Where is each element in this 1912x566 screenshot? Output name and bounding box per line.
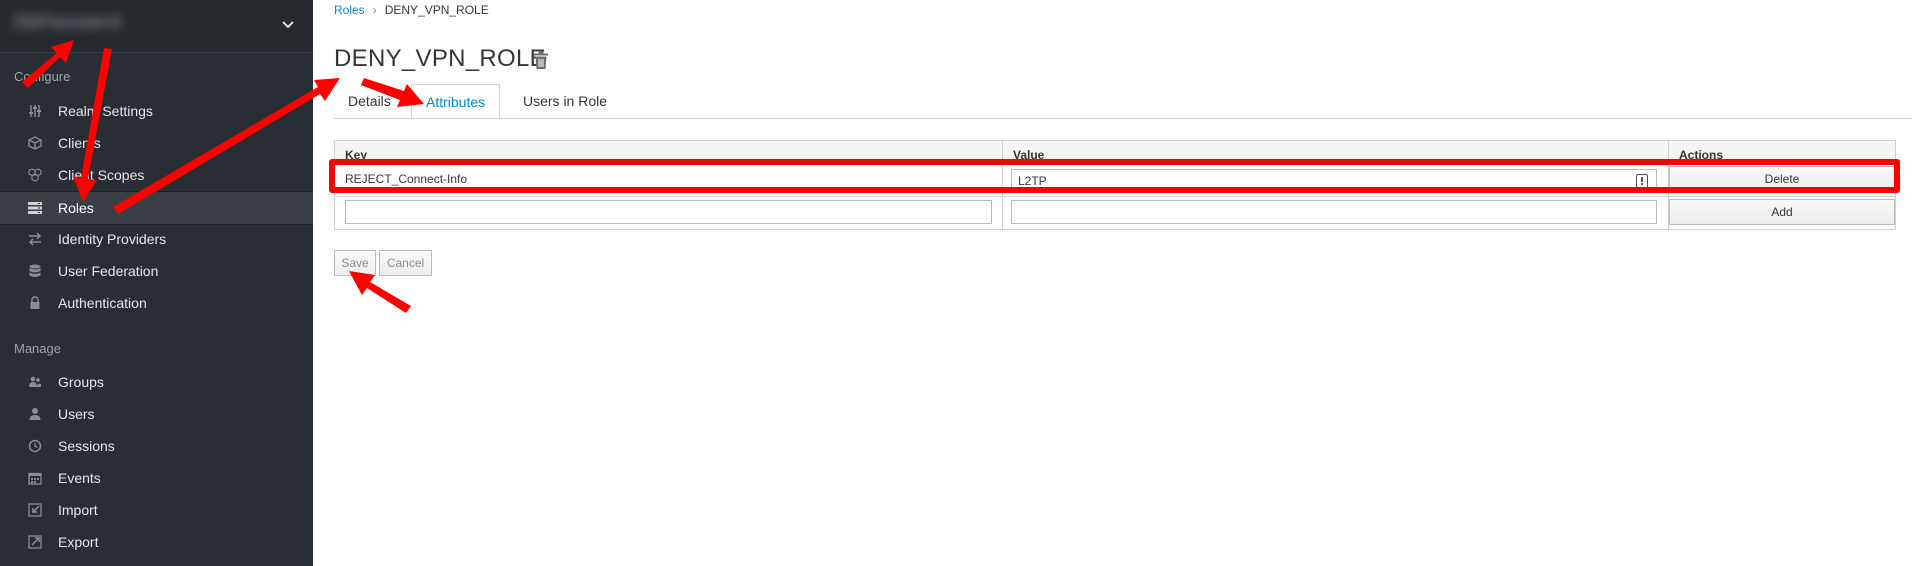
export-icon <box>28 535 42 549</box>
configure-section-label: Configure <box>14 69 71 84</box>
column-header-actions: Actions <box>1669 141 1895 163</box>
breadcrumb-separator: › <box>372 3 377 17</box>
sidebar-item-groups[interactable]: Groups <box>0 366 313 398</box>
calendar-icon <box>28 472 42 485</box>
sidebar-item-label: Clients <box>58 135 101 151</box>
sidebar-item-label: Sessions <box>58 438 115 454</box>
sidebar-item-import[interactable]: Import <box>0 494 313 526</box>
sidebar-item-export[interactable]: Export <box>0 526 313 558</box>
new-value-input[interactable] <box>1011 200 1657 224</box>
sidebar-item-label: Client Scopes <box>58 167 145 183</box>
sidebar-item-sessions[interactable]: Sessions <box>0 430 313 462</box>
cubes-icon <box>28 168 42 182</box>
exchange-icon <box>28 232 42 246</box>
sidebar-item-events[interactable]: Events <box>0 462 313 494</box>
sidebar-item-label: Realm Settings <box>58 103 153 119</box>
delete-attribute-button[interactable]: Delete <box>1669 166 1895 192</box>
realm-selector[interactable]: DbPasswerd <box>0 0 313 53</box>
cancel-button[interactable]: Cancel <box>379 250 432 276</box>
tab-details[interactable]: Details <box>334 84 405 118</box>
sidebar-item-realm-settings[interactable]: Realm Settings <box>0 95 313 127</box>
column-header-key: Key <box>335 141 1003 163</box>
sidebar-item-label: User Federation <box>58 263 159 279</box>
sidebar-item-label: Users <box>58 406 95 422</box>
trash-icon[interactable] <box>533 51 549 70</box>
sidebar-item-user-federation[interactable]: User Federation <box>0 255 313 287</box>
sidebar-item-label: Identity Providers <box>58 231 167 247</box>
sliders-icon <box>29 105 41 117</box>
sidebar-item-roles[interactable]: Roles <box>0 191 313 225</box>
list-icon <box>28 202 42 214</box>
column-header-value: Value <box>1003 141 1669 163</box>
user-icon <box>29 408 41 420</box>
breadcrumb-roles-link[interactable]: Roles <box>334 3 365 17</box>
sidebar-item-label: Import <box>58 502 98 518</box>
tab-users-in-role[interactable]: Users in Role <box>509 84 621 118</box>
attributes-table: Key Value Actions REJECT_Connect-Info L2… <box>334 140 1896 230</box>
password-manager-icon[interactable] <box>1636 174 1648 188</box>
sidebar-item-identity-providers[interactable]: Identity Providers <box>0 223 313 255</box>
new-key-input[interactable] <box>345 200 992 224</box>
sidebar-item-clients[interactable]: Clients <box>0 127 313 159</box>
breadcrumb-current: DENY_VPN_ROLE <box>384 3 489 17</box>
tab-attributes[interactable]: Attributes <box>411 84 501 118</box>
sidebar-item-label: Events <box>58 470 101 486</box>
sidebar-item-label: Groups <box>58 374 104 390</box>
role-tabs: Details Attributes Users in Role <box>334 84 1912 119</box>
save-button[interactable]: Save <box>334 250 376 276</box>
breadcrumb: Roles › DENY_VPN_ROLE <box>334 3 489 17</box>
attribute-value: L2TP <box>1018 174 1047 188</box>
lock-icon <box>30 296 40 309</box>
main-content: Roles › DENY_VPN_ROLE DENY_VPN_ROLE Detail… <box>313 0 1912 566</box>
sidebar-item-label: Export <box>58 534 99 550</box>
sidebar-item-label: Roles <box>58 200 94 216</box>
sidebar-item-users[interactable]: Users <box>0 398 313 430</box>
sidebar-item-authentication[interactable]: Authentication <box>0 287 313 319</box>
cube-icon <box>28 136 42 150</box>
manage-section-label: Manage <box>14 341 61 356</box>
sidebar-item-client-scopes[interactable]: Client Scopes <box>0 159 313 191</box>
attribute-key: REJECT_Connect-Info <box>345 172 468 186</box>
chevron-down-icon <box>282 21 294 29</box>
row-divider <box>335 196 1895 197</box>
users-icon <box>29 376 41 387</box>
sidebar: DbPasswerd Configure Realm Settings Clie… <box>0 0 313 566</box>
clock-icon <box>28 439 42 453</box>
column-divider <box>1002 141 1003 229</box>
add-attribute-button[interactable]: Add <box>1669 199 1895 225</box>
realm-name: DbPasswerd <box>14 12 122 32</box>
import-icon <box>28 503 42 517</box>
attribute-value-input[interactable]: L2TP <box>1011 169 1657 193</box>
sidebar-item-label: Authentication <box>58 295 147 311</box>
database-icon <box>29 264 41 277</box>
page-title: DENY_VPN_ROLE <box>334 45 546 72</box>
